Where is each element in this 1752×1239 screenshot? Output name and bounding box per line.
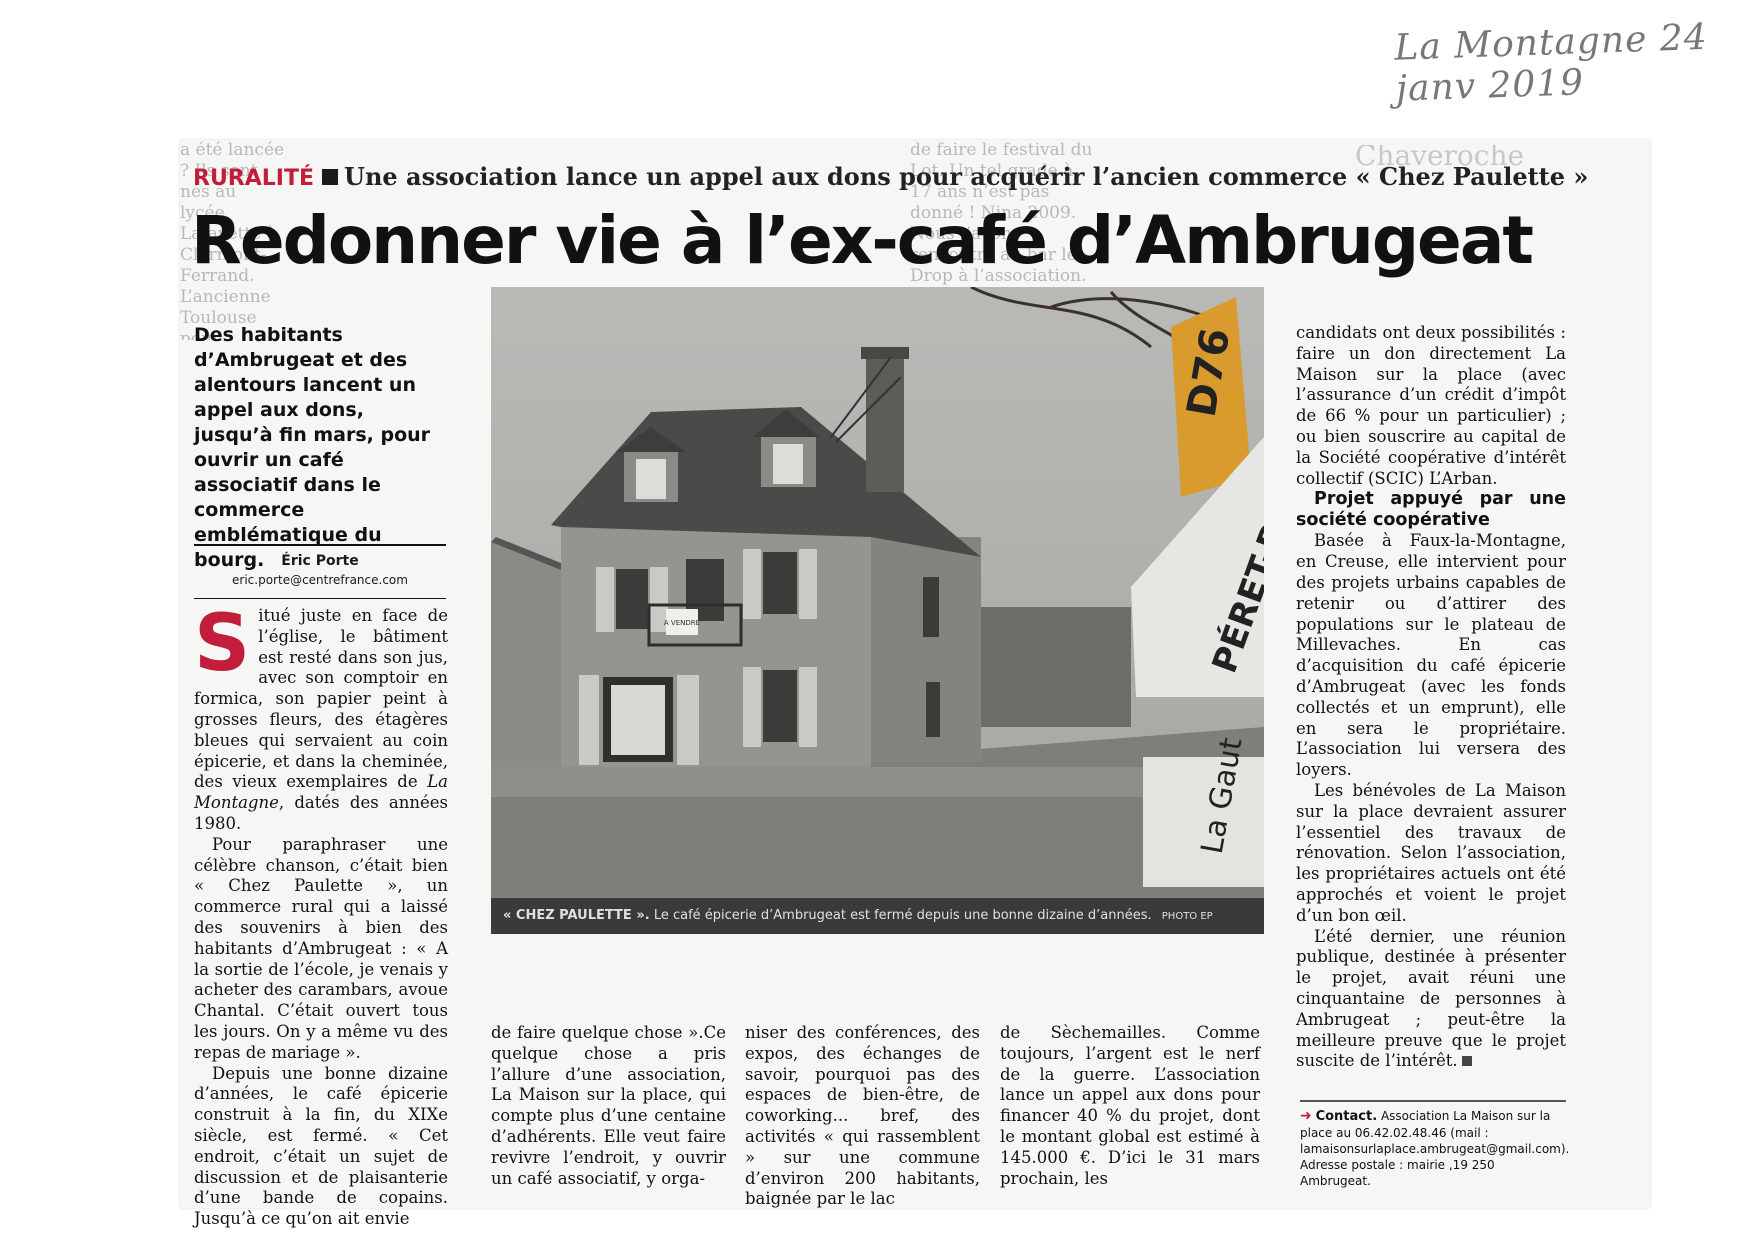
contact-label: Contact. [1315, 1109, 1378, 1124]
body-column-5-p3: Les bénévoles de La Maison sur la place … [1296, 780, 1566, 925]
article-column-5: candidats ont deux possibilités : faire … [1296, 323, 1566, 1072]
byline-author: Éric Porte [281, 553, 359, 569]
byline: Éric Porte eric.porte@centrefrance.com [194, 544, 446, 599]
body-column-4-text: de Sèchemailles. Comme toujours, l’argen… [1000, 1023, 1260, 1188]
body-paragraph-3: Depuis une bonne dizaine d’années, le ca… [194, 1063, 448, 1229]
end-mark-icon [1461, 1056, 1472, 1067]
closing-paragraph-text: L’été dernier, une réunion publique, des… [1296, 926, 1566, 1071]
kicker-line: RURALITÉ Une association lance un appel a… [193, 162, 1633, 191]
arrow-right-icon: ➜ [1300, 1108, 1312, 1124]
body-column-5-p4: L’été dernier, une réunion publique, des… [1296, 927, 1566, 1073]
subheading: Projet appuyé par une société coopérativ… [1296, 489, 1566, 531]
byline-email: eric.porte@centrefrance.com [232, 573, 408, 587]
body-column-5-p1: candidats ont deux possibilités : faire … [1296, 323, 1566, 488]
drop-cap: S [194, 599, 251, 689]
photo-caption: « CHEZ PAULETTE ». Le café épicerie d’Am… [491, 898, 1264, 934]
square-bullet-icon [322, 169, 339, 185]
article-column-1: Situé juste en face de l’église, le bâti… [194, 599, 448, 1230]
shop-sign-text: A VENDRE [664, 619, 700, 627]
body-column-2-text: de faire quelque chose ».Ce quelque chos… [491, 1023, 726, 1188]
contact-box: ➜ Contact. Association La Maison sur la … [1300, 1100, 1569, 1189]
caption-text: Le café épicerie d’Ambrugeat est fermé d… [653, 908, 1152, 923]
article-photo: A VENDRE D76 PÉRET-BEL La Gaut [491, 287, 1264, 898]
newspaper-clipping: a été lancée ? Ils sont nés au lycée Laf… [180, 140, 1650, 1228]
body-paragraph-1: Situé juste en face de l’église, le bâti… [194, 599, 448, 835]
section-rubric: RURALITÉ [193, 166, 315, 191]
kicker-text: Une association lance un appel aux dons … [344, 162, 1589, 191]
article-column-4: de Sèchemailles. Comme toujours, l’argen… [1000, 1023, 1260, 1189]
body-column-3-text: niser des conférences, des expos, des éc… [745, 1023, 980, 1209]
handwritten-date-annotation: La Montagne 24 janv 2019 [1393, 16, 1709, 110]
lede-paragraph: Des habitants d’Ambrugeat et des alentou… [194, 324, 431, 571]
body-column-5-p2: Basée à Faux-la-Montagne, en Creuse, ell… [1296, 531, 1566, 780]
house-photo-illustration: A VENDRE D76 PÉRET-BEL La Gaut [491, 287, 1264, 898]
article-column-2: de faire quelque chose ».Ce quelque chos… [491, 1023, 726, 1189]
photo-credit: PHOTO EP [1161, 911, 1213, 922]
body-paragraph-2: Pour paraphraser une célèbre chanson, c’… [194, 834, 448, 1062]
caption-title: « CHEZ PAULETTE ». [503, 908, 650, 923]
headline: Redonner vie à l’ex-café d’Ambrugeat [191, 202, 1534, 279]
article-column-3: niser des conférences, des expos, des éc… [745, 1023, 980, 1210]
